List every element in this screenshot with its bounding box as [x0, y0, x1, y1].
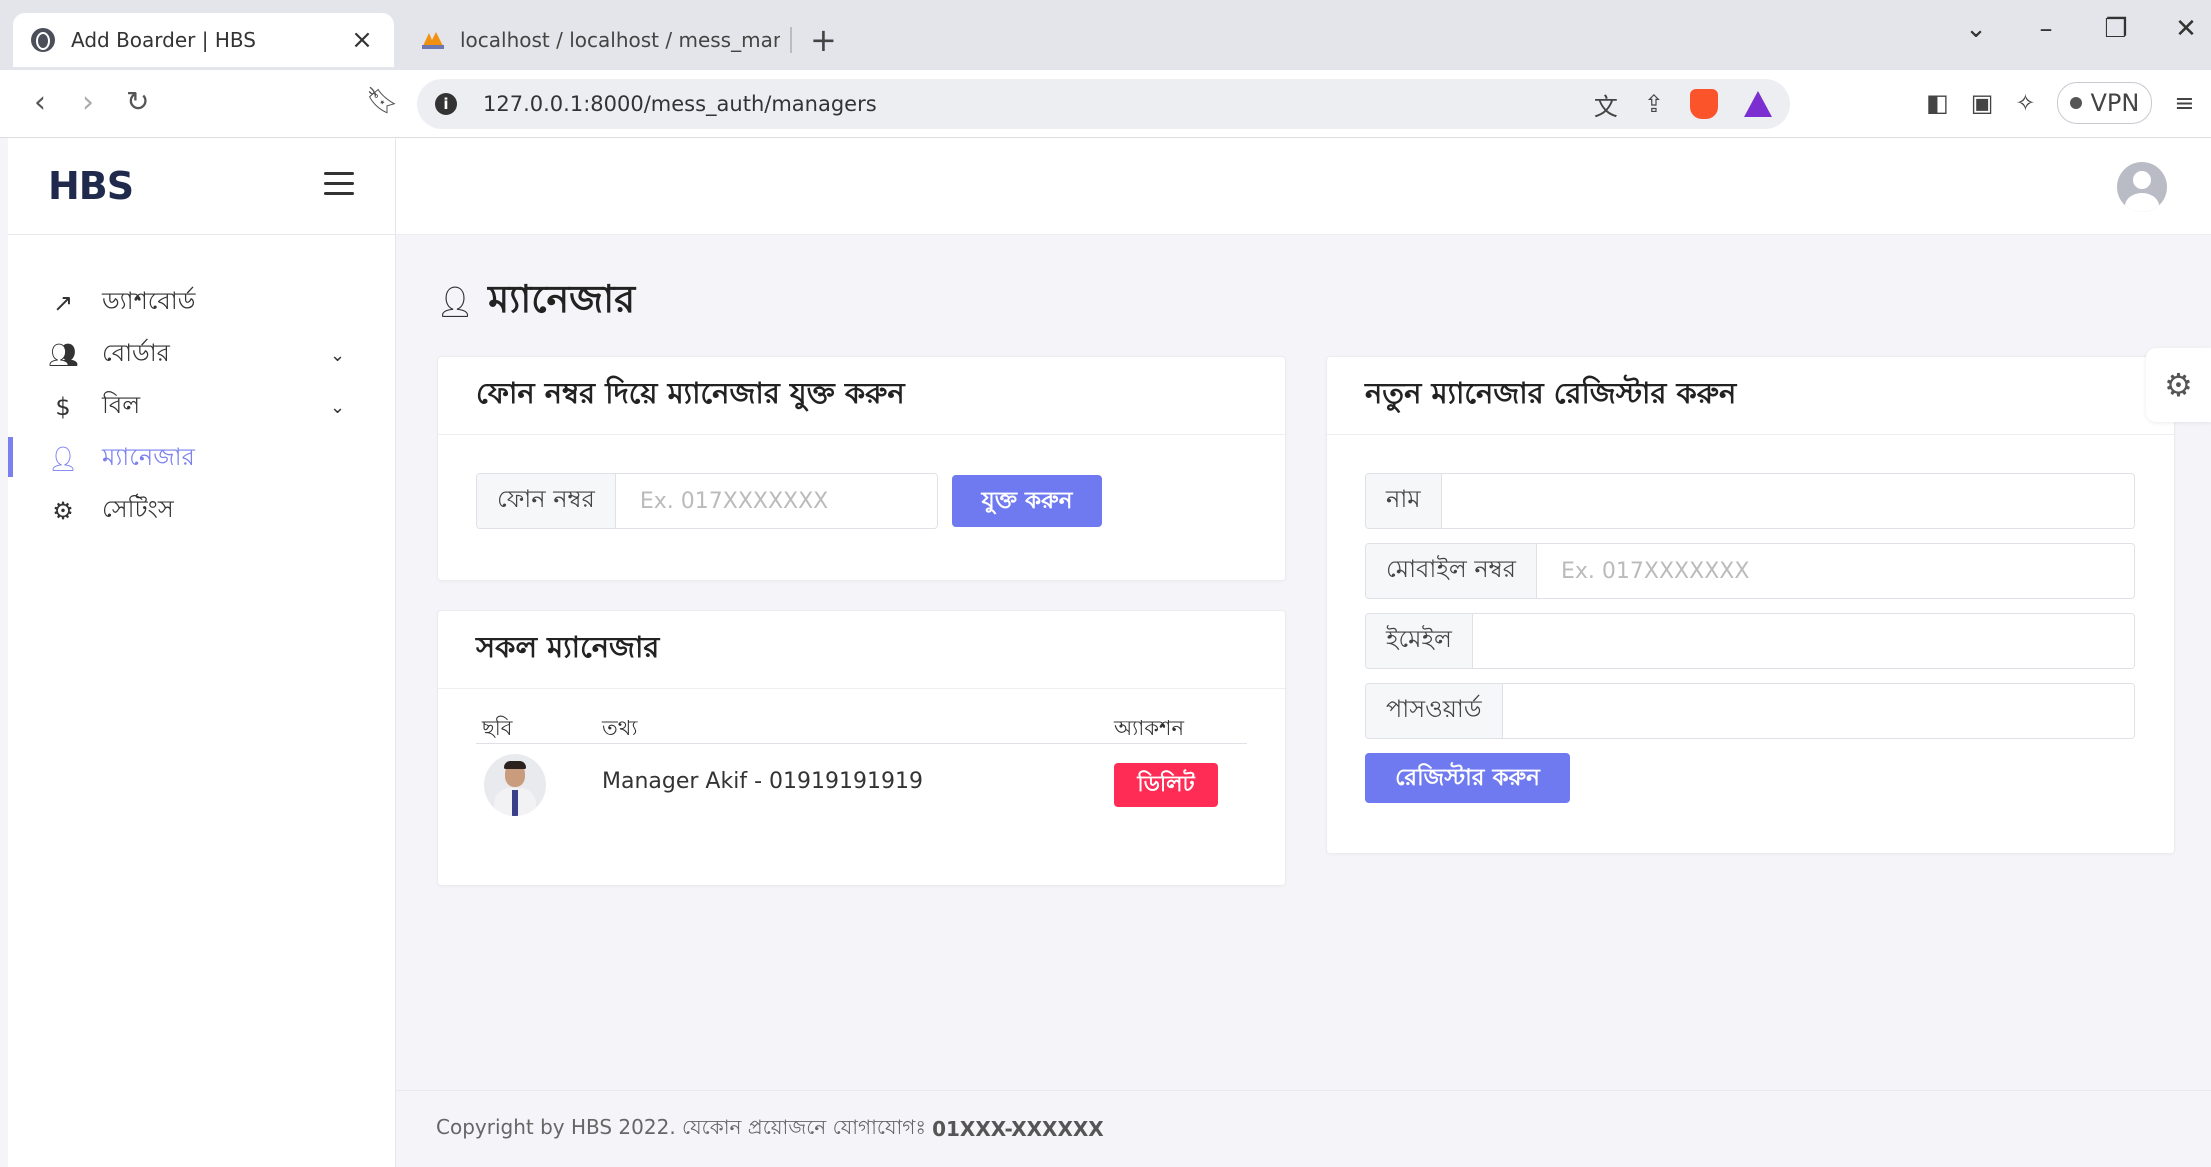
- page-title-text: ম্যানেজার: [488, 277, 636, 321]
- new-tab-button[interactable]: +: [810, 24, 837, 56]
- gear-icon: ⚙: [2164, 366, 2193, 404]
- phone-label: ফোন নম্বর: [477, 474, 616, 528]
- app-topbar: [396, 138, 2211, 235]
- mobile-input-group: মোবাইল নম্বর: [1365, 543, 2135, 599]
- phone-input-group: ফোন নম্বর: [476, 473, 938, 529]
- gear-icon: ⚙: [52, 497, 74, 525]
- tab-search-chevron-icon[interactable]: ⌄: [1961, 16, 1991, 42]
- add-manager-button[interactable]: যুক্ত করুন: [952, 475, 1102, 527]
- bookmark-icon[interactable]: 🔖︎: [366, 88, 399, 114]
- sidebar: HBS ↗ ড্যাশবোর্ড 👥︎ বোর্ডার ⌄ $ বিল ⌄ 👤︎…: [8, 138, 396, 1167]
- phpmyadmin-icon: [422, 32, 444, 49]
- footer-phone: 01XXX-XXXXXX: [932, 1117, 1104, 1141]
- register-manager-card: নতুন ম্যানেজার রেজিস্টার করুন নাম মোবাইল…: [1326, 356, 2175, 854]
- browser-tab-active[interactable]: Add Boarder | HBS ×: [13, 13, 394, 67]
- share-icon[interactable]: ⇪: [1644, 90, 1664, 118]
- dollar-icon: $: [55, 393, 71, 421]
- user-check-icon: 👤︎: [436, 284, 475, 320]
- name-label: নাম: [1366, 474, 1442, 528]
- sidebar-header: HBS: [8, 138, 395, 235]
- column-photo: ছবি: [482, 716, 513, 740]
- restore-button[interactable]: ❐: [2101, 16, 2131, 42]
- chevron-down-icon[interactable]: ⌄: [330, 397, 345, 418]
- app-logo[interactable]: HBS: [48, 164, 134, 208]
- password-input[interactable]: [1502, 684, 2134, 738]
- email-input-group: ইমেইল: [1365, 613, 2135, 669]
- sidebar-item-label: সেটিংস: [102, 495, 174, 523]
- url-text[interactable]: 127.0.0.1:8000/mess_auth/managers: [483, 92, 1594, 116]
- vpn-status-icon: [2070, 97, 2083, 109]
- name-input[interactable]: [1441, 474, 2134, 528]
- trending-up-icon: ↗: [52, 289, 74, 317]
- sidebar-toggle-icon[interactable]: ◧: [1926, 89, 1949, 117]
- menu-toggle-icon[interactable]: [324, 172, 354, 202]
- table-row: Manager Akif - 01919191919 ডিলিট: [476, 744, 1247, 822]
- globe-icon: [31, 28, 55, 52]
- sidebar-item-label: ম্যানেজার: [102, 443, 195, 471]
- manager-photo: [484, 754, 546, 816]
- password-input-group: পাসওয়ার্ড: [1365, 683, 2135, 739]
- sidebar-item-dashboard[interactable]: ↗ ড্যাশবোর্ড: [8, 277, 395, 329]
- card-title: নতুন ম্যানেজার রেজিস্টার করুন: [1327, 357, 2174, 435]
- sidebar-item-label: ড্যাশবোর্ড: [102, 287, 196, 315]
- sidebar-item-settings[interactable]: ⚙ সেটিংস: [8, 485, 395, 537]
- tab-close-icon[interactable]: ×: [348, 25, 376, 55]
- managers-list-card: সকল ম্যানেজার ছবি তথ্য অ্যাকশন Manager A…: [437, 610, 1286, 886]
- users-icon: 👥︎: [48, 341, 79, 369]
- translate-icon[interactable]: 文: [1594, 87, 1618, 122]
- reload-button[interactable]: ↻: [126, 88, 149, 116]
- sidebar-item-boarders[interactable]: 👥︎ বোর্ডার ⌄: [8, 329, 395, 381]
- window-controls: ⌄ – ❐ ✕: [1961, 16, 2201, 42]
- tab-title: localhost / localhost / mess_manage: [460, 28, 780, 52]
- site-info-icon[interactable]: i: [435, 93, 457, 115]
- wallet-icon[interactable]: ▣: [1971, 89, 1994, 117]
- chevron-down-icon[interactable]: ⌄: [330, 345, 345, 366]
- minimize-button[interactable]: –: [2031, 16, 2061, 42]
- browser-menu-icon[interactable]: ≡: [2174, 89, 2194, 117]
- vpn-button[interactable]: VPN: [2057, 82, 2153, 124]
- tab-title: Add Boarder | HBS: [71, 28, 256, 52]
- mobile-input[interactable]: [1537, 544, 2134, 598]
- delete-button[interactable]: ডিলিট: [1114, 763, 1218, 807]
- back-button[interactable]: ‹: [34, 88, 46, 118]
- register-button[interactable]: রেজিস্টার করুন: [1365, 753, 1570, 803]
- sidebar-menu: ↗ ড্যাশবোর্ড 👥︎ বোর্ডার ⌄ $ বিল ⌄ 👤︎ ম্য…: [8, 235, 395, 537]
- sidebar-item-managers[interactable]: 👤︎ ম্যানেজার: [8, 433, 395, 485]
- brave-shields-icon[interactable]: [1690, 89, 1718, 119]
- tab-separator: [790, 27, 792, 53]
- column-info: তথ্য: [602, 716, 638, 740]
- sidebar-item-label: বোর্ডার: [102, 339, 170, 367]
- user-check-icon: 👤︎: [48, 445, 79, 473]
- page-title: 👤︎ ম্যানেজার: [436, 270, 635, 334]
- name-input-group: নাম: [1365, 473, 2135, 529]
- user-avatar[interactable]: [2117, 162, 2167, 212]
- browser-tabstrip: Add Boarder | HBS × localhost / localhos…: [0, 0, 2211, 70]
- phone-input[interactable]: [615, 474, 937, 528]
- mobile-label: মোবাইল নম্বর: [1366, 544, 1538, 598]
- leo-ai-icon[interactable]: ✧: [2015, 89, 2035, 117]
- theme-settings-button[interactable]: ⚙: [2146, 348, 2211, 422]
- footer: Copyright by HBS 2022. যেকোন প্রয়োজনে য…: [396, 1090, 2211, 1167]
- browser-toolbar: ‹ › ↻ 🔖︎ i 127.0.0.1:8000/mess_auth/mana…: [0, 70, 2211, 138]
- address-bar[interactable]: i 127.0.0.1:8000/mess_auth/managers 文 ⇪: [417, 79, 1790, 129]
- close-window-button[interactable]: ✕: [2171, 16, 2201, 42]
- email-input[interactable]: [1472, 614, 2134, 668]
- email-label: ইমেইল: [1366, 614, 1473, 668]
- card-title: ফোন নম্বর দিয়ে ম্যানেজার যুক্ত করুন: [438, 357, 1285, 435]
- manager-info: Manager Akif - 01919191919: [602, 769, 923, 794]
- card-title: সকল ম্যানেজার: [438, 611, 1285, 689]
- brave-rewards-icon[interactable]: [1744, 91, 1772, 117]
- sidebar-item-bill[interactable]: $ বিল ⌄: [8, 381, 395, 433]
- footer-text: Copyright by HBS 2022. যেকোন প্রয়োজনে য…: [436, 1114, 927, 1139]
- browser-tab-phpmyadmin[interactable]: localhost / localhost / mess_manage +: [420, 22, 837, 58]
- table-header: ছবি তথ্য অ্যাকশন: [476, 708, 1247, 744]
- sidebar-item-label: বিল: [102, 391, 141, 419]
- add-manager-card: ফোন নম্বর দিয়ে ম্যানেজার যুক্ত করুন ফোন…: [437, 356, 1286, 581]
- forward-button[interactable]: ›: [82, 88, 94, 118]
- column-action: অ্যাকশন: [1114, 716, 1185, 740]
- password-label: পাসওয়ার্ড: [1366, 684, 1503, 738]
